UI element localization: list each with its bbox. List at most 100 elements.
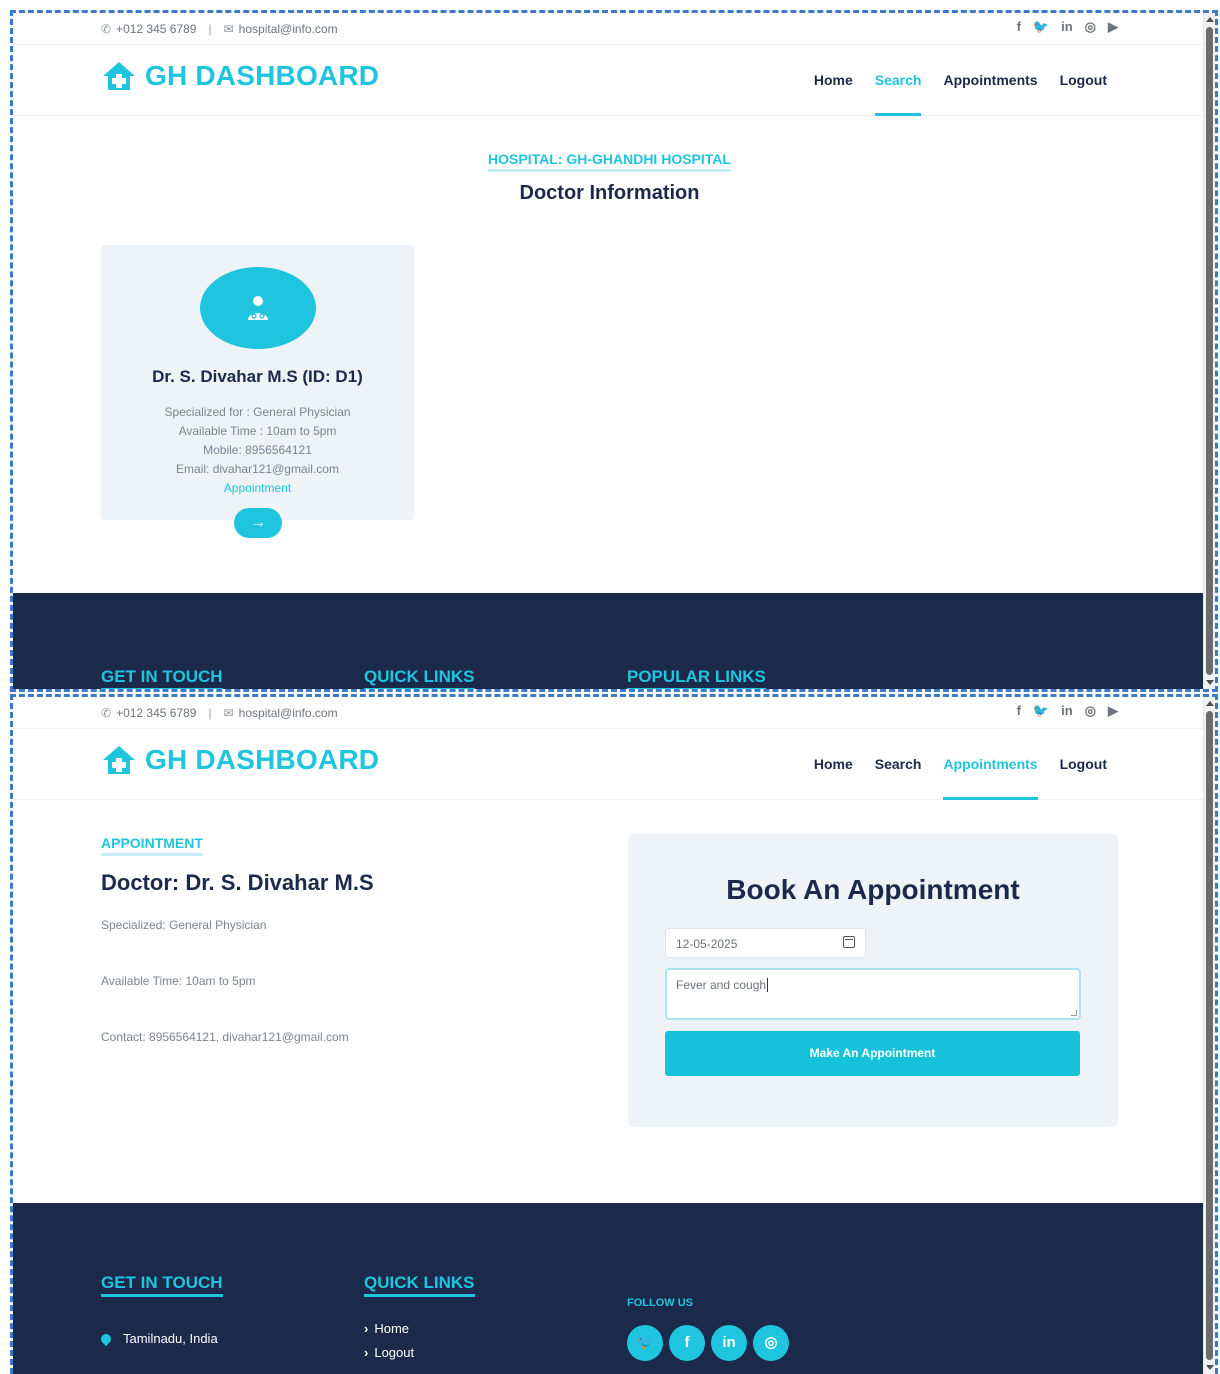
text-cursor <box>767 978 769 992</box>
date-value: 12-05-2025 <box>676 937 738 951</box>
scroll-up-arrow[interactable] <box>1206 701 1214 706</box>
page-title: Doctor Information <box>519 182 700 204</box>
vertical-scrollbar[interactable] <box>1203 697 1215 1374</box>
brand-logo[interactable]: GH DASHBOARD <box>101 60 379 92</box>
footer-follow-us-title: FOLLOW US <box>627 1297 693 1309</box>
doctor-mobile: Mobile: 8956564121 <box>203 443 312 457</box>
top-contact-bar: ✆ +012 345 6789 | ✉ hospital@info.com f … <box>13 697 1206 729</box>
doctor-available-time: Available Time: 10am to 5pm <box>101 974 256 988</box>
scroll-down-arrow[interactable] <box>1206 1365 1214 1370</box>
scroll-up-arrow[interactable] <box>1206 17 1214 22</box>
vertical-scrollbar[interactable] <box>1203 13 1215 689</box>
nav-logout[interactable]: Logout <box>1049 46 1118 116</box>
scrollbar-thumb[interactable] <box>1206 711 1213 1360</box>
doctor-contact: Contact: 8956564121, divahar121@gmail.co… <box>101 1030 349 1044</box>
reason-value: Fever and cough <box>676 978 767 992</box>
phone-icon: ✆ <box>101 22 112 36</box>
hospital-house-icon <box>103 62 135 90</box>
screen-doctor-information: ✆ +012 345 6789 | ✉ hospital@info.com f … <box>10 10 1218 692</box>
facebook-icon[interactable]: f <box>1017 19 1021 35</box>
main-navbar: GH DASHBOARD Home Search Appointments Lo… <box>13 730 1206 800</box>
location-pin-icon <box>98 1331 114 1346</box>
footer-quick-links-title: QUICK LINKS <box>364 1273 475 1297</box>
instagram-icon[interactable]: ◎ <box>753 1325 789 1361</box>
brand-name: GH DASHBOARD <box>145 744 380 775</box>
footer-get-in-touch-title: GET IN TOUCH <box>101 667 223 689</box>
nav-home[interactable]: Home <box>803 730 864 800</box>
mail-icon: ✉ <box>223 22 234 36</box>
phone-number: +012 345 6789 <box>116 706 197 720</box>
scrollbar-thumb[interactable] <box>1206 27 1213 675</box>
facebook-icon[interactable]: f <box>1017 703 1021 719</box>
nav-menu: Home Search Appointments Logout <box>803 730 1118 800</box>
footer-link-home[interactable]: › Home <box>364 1321 475 1336</box>
page-content: ✆ +012 345 6789 | ✉ hospital@info.com f … <box>13 13 1206 689</box>
phone-icon: ✆ <box>101 706 112 720</box>
youtube-icon[interactable]: ▶ <box>1108 19 1118 35</box>
phone-number: +012 345 6789 <box>116 22 197 36</box>
doctor-email: Email: divahar121@gmail.com <box>176 462 339 476</box>
doctor-summary: APPOINTMENT Doctor: Dr. S. Divahar M.S S… <box>101 835 501 1044</box>
email-address: hospital@info.com <box>238 706 338 720</box>
footer-link-logout-label: Logout <box>374 1345 415 1360</box>
footer-popular-links-title: POPULAR LINKS <box>627 667 766 689</box>
facebook-icon[interactable]: f <box>669 1325 705 1361</box>
footer-get-in-touch-title: GET IN TOUCH <box>101 1273 223 1297</box>
date-input[interactable]: 12-05-2025 <box>665 928 866 958</box>
nav-logout[interactable]: Logout <box>1049 730 1118 800</box>
twitter-icon[interactable]: 🐦 <box>1033 703 1049 719</box>
brand-name: GH DASHBOARD <box>145 60 380 91</box>
screen-book-appointment: ✆ +012 345 6789 | ✉ hospital@info.com f … <box>10 694 1218 1374</box>
location-text: Tamilnadu, India <box>123 1331 218 1346</box>
separator: | <box>208 22 212 36</box>
footer: GET IN TOUCH Tamilnadu, India QUICK LINK… <box>13 1203 1206 1374</box>
footer-link-home-label: Home <box>374 1321 410 1336</box>
linkedin-icon[interactable]: in <box>711 1325 747 1361</box>
nav-appointments[interactable]: Appointments <box>932 46 1048 116</box>
nav-search[interactable]: Search <box>864 46 933 116</box>
page-content: ✆ +012 345 6789 | ✉ hospital@info.com f … <box>13 697 1206 1374</box>
doctor-title: Doctor: Dr. S. Divahar M.S <box>101 870 374 895</box>
linkedin-icon[interactable]: in <box>1061 703 1073 719</box>
footer-link-logout[interactable]: › Logout <box>364 1345 475 1360</box>
footer-quick-links-title: QUICK LINKS <box>364 667 475 689</box>
email-address: hospital@info.com <box>238 22 338 36</box>
separator: | <box>208 706 212 720</box>
instagram-icon[interactable]: ◎ <box>1085 19 1096 35</box>
go-appointment-button[interactable]: → <box>234 508 282 538</box>
doctor-icon <box>248 296 268 320</box>
footer-location: Tamilnadu, India <box>98 1331 223 1346</box>
twitter-icon[interactable]: 🐦 <box>627 1325 663 1361</box>
linkedin-icon[interactable]: in <box>1061 19 1073 35</box>
doctor-available-time: Available Time : 10am to 5pm <box>178 424 337 438</box>
hospital-house-icon <box>103 746 135 774</box>
mail-icon: ✉ <box>223 706 234 720</box>
twitter-icon[interactable]: 🐦 <box>1033 19 1049 35</box>
booking-form-title: Book An Appointment <box>726 874 1020 905</box>
doctor-card: Dr. S. Divahar M.S (ID: D1) Specialized … <box>101 245 414 520</box>
doctor-avatar <box>200 267 316 349</box>
chevron-right-icon: › <box>364 1321 369 1336</box>
main-navbar: GH DASHBOARD Home Search Appointments Lo… <box>13 46 1206 116</box>
appointment-link[interactable]: Appointment <box>101 479 414 498</box>
doctor-details: Specialized for : General Physician Avai… <box>101 403 414 498</box>
doctor-name: Dr. S. Divahar M.S (ID: D1) <box>152 367 363 386</box>
section-header: HOSPITAL: GH-GHANDHI HOSPITAL Doctor Inf… <box>13 151 1206 205</box>
calendar-icon[interactable] <box>843 936 855 948</box>
make-appointment-button[interactable]: Make An Appointment <box>665 1031 1080 1076</box>
footer: GET IN TOUCH QUICK LINKS POPULAR LINKS <box>13 593 1206 689</box>
scroll-down-arrow[interactable] <box>1206 680 1214 685</box>
brand-logo[interactable]: GH DASHBOARD <box>101 744 379 776</box>
appointment-label: APPOINTMENT <box>101 835 203 856</box>
instagram-icon[interactable]: ◎ <box>1085 703 1096 719</box>
nav-search[interactable]: Search <box>864 730 933 800</box>
youtube-icon[interactable]: ▶ <box>1108 703 1118 719</box>
nav-home[interactable]: Home <box>803 46 864 116</box>
chevron-right-icon: › <box>364 1345 369 1360</box>
doctor-specialization: Specialized for : General Physician <box>164 405 351 419</box>
resize-grip-icon[interactable] <box>1071 1010 1077 1016</box>
top-contact-bar: ✆ +012 345 6789 | ✉ hospital@info.com f … <box>13 13 1206 45</box>
nav-appointments[interactable]: Appointments <box>932 730 1048 800</box>
booking-form: Book An Appointment 12-05-2025 Fever and… <box>628 834 1118 1127</box>
reason-textarea[interactable]: Fever and cough <box>665 968 1081 1020</box>
